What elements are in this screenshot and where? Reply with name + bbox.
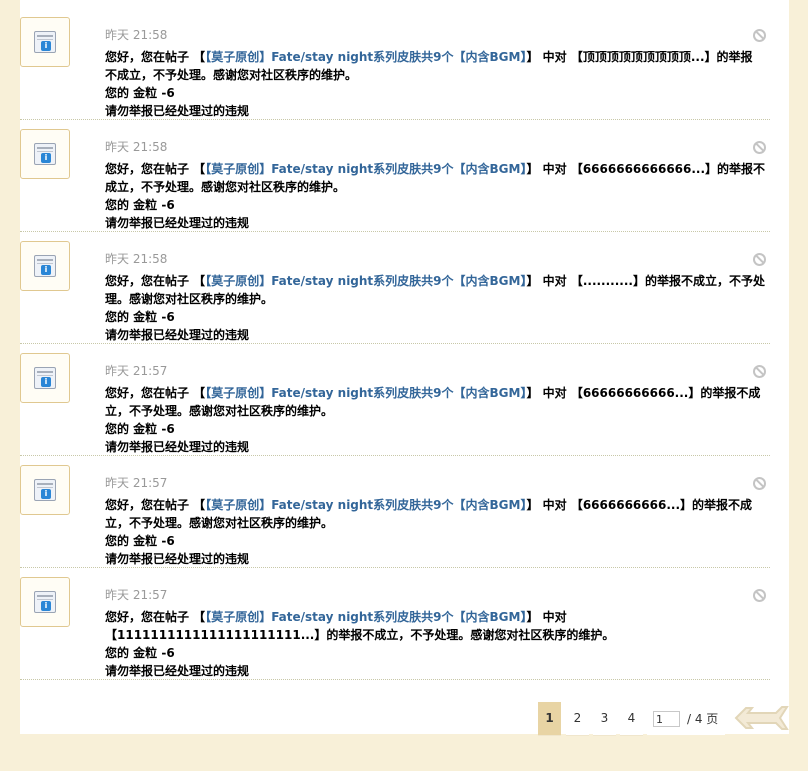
system-notice-avatar: i [20,129,70,179]
info-window-icon: i [34,591,56,613]
notice-body: 您好，您在帖子 【【莫子原创】Fate/stay night系列皮肤共9个【内含… [105,496,767,568]
ignore-icon[interactable] [753,589,766,602]
system-notice-avatar: i [20,465,70,515]
system-notice-avatar: i [20,353,70,403]
notice-text: 理。感谢您对社区秩序的维护。 [105,292,274,306]
notice-body: 您好，您在帖子 【【莫子原创】Fate/stay night系列皮肤共9个【内含… [105,160,767,232]
gold-penalty: 您的 金粒 -6 [105,646,175,660]
notice-time: 昨天 21:57 [105,476,168,490]
warning-text: 请勿举报已经处理过的违规 [105,216,250,230]
notice-text: 】 中对 【66666666666...】的举报不成 [526,386,761,400]
notice-text: 【1111111111111111111111...】的举报不成立，不予处理。感… [105,628,615,642]
notice-text: 立，不予处理。感谢您对社区秩序的维护。 [105,404,334,418]
notice-text: 】 中对 [526,610,567,624]
thread-link[interactable]: 【莫子原创】Fate/stay night系列皮肤共9个【内含BGM】 [205,498,526,512]
notice-body: 您好，您在帖子 【【莫子原创】Fate/stay night系列皮肤共9个【内含… [105,608,767,680]
notice-body: 您好，您在帖子 【【莫子原创】Fate/stay night系列皮肤共9个【内含… [105,48,767,120]
info-window-icon: i [34,479,56,501]
thread-link[interactable]: 【莫子原创】Fate/stay night系列皮肤共9个【内含BGM】 [205,610,526,624]
system-notice-avatar: i [20,17,70,67]
notice-text: 成立，不予处理。感谢您对社区秩序的维护。 [105,180,346,194]
warning-text: 请勿举报已经处理过的违规 [105,104,250,118]
notice-time: 昨天 21:58 [105,252,168,266]
notice-item: i 昨天 21:58 您好，您在帖子 【【莫子原创】Fate/stay nigh… [20,120,770,232]
page-link[interactable]: 2 [566,702,589,736]
system-notice-avatar: i [20,241,70,291]
next-page-arrow-icon[interactable] [732,700,790,736]
ignore-icon[interactable] [753,253,766,266]
notice-item: i 昨天 21:58 您好，您在帖子 【【莫子原创】Fate/stay nigh… [20,232,770,344]
notice-text: 您好，您在帖子 【 [105,498,206,512]
ignore-icon[interactable] [753,29,766,42]
notice-text: 您好，您在帖子 【 [105,386,206,400]
notice-item: i 昨天 21:57 您好，您在帖子 【【莫子原创】Fate/stay nigh… [20,568,770,680]
notice-time: 昨天 21:57 [105,364,168,378]
warning-text: 请勿举报已经处理过的违规 [105,552,250,566]
divider [20,679,770,680]
notice-text: 不成立，不予处理。感谢您对社区秩序的维护。 [105,68,358,82]
warning-text: 请勿举报已经处理过的违规 [105,328,250,342]
gold-penalty: 您的 金粒 -6 [105,310,175,324]
page-total: / 4 页 [687,712,719,726]
info-window-icon: i [34,367,56,389]
thread-link[interactable]: 【莫子原创】Fate/stay night系列皮肤共9个【内含BGM】 [205,274,526,288]
system-notice-avatar: i [20,577,70,627]
info-window-icon: i [34,143,56,165]
gold-penalty: 您的 金粒 -6 [105,534,175,548]
page-link[interactable]: 4 [620,702,643,736]
notice-text: 】 中对 【顶顶顶顶顶顶顶顶顶...】的举报 [526,50,753,64]
info-window-icon: i [34,255,56,277]
thread-link[interactable]: 【莫子原创】Fate/stay night系列皮肤共9个【内含BGM】 [205,162,526,176]
page-jump: / 4 页 [647,702,725,735]
notice-text: 您好，您在帖子 【 [105,610,206,624]
ignore-icon[interactable] [753,365,766,378]
page-link[interactable]: 3 [593,702,616,736]
notice-time: 昨天 21:57 [105,588,168,602]
notice-text: 您好，您在帖子 【 [105,274,206,288]
thread-link[interactable]: 【莫子原创】Fate/stay night系列皮肤共9个【内含BGM】 [205,50,526,64]
notice-item: i 昨天 21:57 您好，您在帖子 【【莫子原创】Fate/stay nigh… [20,344,770,456]
notice-text: 】 中对 【6666666666...】的举报不成 [526,498,752,512]
notice-text: 您好，您在帖子 【 [105,162,206,176]
gold-penalty: 您的 金粒 -6 [105,86,175,100]
ignore-icon[interactable] [753,477,766,490]
ignore-icon[interactable] [753,141,766,154]
page-jump-input[interactable] [653,711,680,727]
notice-body: 您好，您在帖子 【【莫子原创】Fate/stay night系列皮肤共9个【内含… [105,384,767,456]
notice-body: 您好，您在帖子 【【莫子原创】Fate/stay night系列皮肤共9个【内含… [105,272,767,344]
notice-time: 昨天 21:58 [105,140,168,154]
info-window-icon: i [34,31,56,53]
page-link-current[interactable]: 1 [538,702,561,736]
notice-text: 您好，您在帖子 【 [105,50,206,64]
warning-text: 请勿举报已经处理过的违规 [105,664,250,678]
notice-text: 】 中对 【6666666666666...】的举报不 [526,162,766,176]
notice-item: i 昨天 21:58 您好，您在帖子 【【莫子原创】Fate/stay nigh… [20,8,770,120]
gold-penalty: 您的 金粒 -6 [105,422,175,436]
warning-text: 请勿举报已经处理过的违规 [105,440,250,454]
notice-text: 】 中对 【...........】的举报不成立，不予处 [526,274,765,288]
notice-text: 立，不予处理。感谢您对社区秩序的维护。 [105,516,334,530]
thread-link[interactable]: 【莫子原创】Fate/stay night系列皮肤共9个【内含BGM】 [205,386,526,400]
gold-penalty: 您的 金粒 -6 [105,198,175,212]
notice-time: 昨天 21:58 [105,28,168,42]
notice-item: i 昨天 21:57 您好，您在帖子 【【莫子原创】Fate/stay nigh… [20,456,770,568]
